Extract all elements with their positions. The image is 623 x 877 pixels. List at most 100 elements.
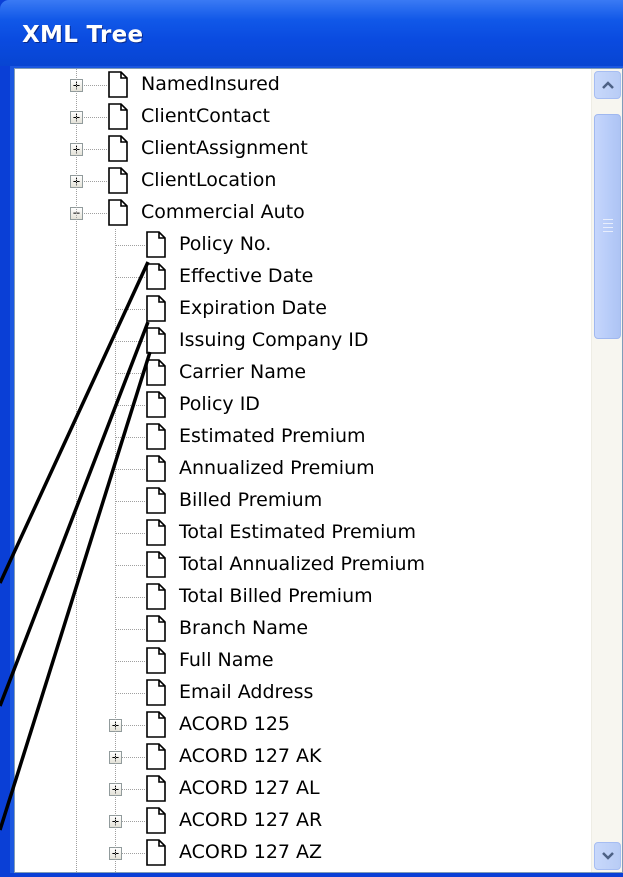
document-icon <box>146 647 166 674</box>
document-icon <box>146 519 166 546</box>
tree-node-label: ClientLocation <box>141 169 277 191</box>
document-icon <box>146 231 166 258</box>
document-icon <box>146 679 166 706</box>
tree-node[interactable]: Expiration Date <box>15 293 593 325</box>
tree-node[interactable]: + ACORD 127 AK <box>15 741 593 773</box>
tree-node-label: Expiration Date <box>179 297 327 319</box>
tree-connector <box>115 597 145 598</box>
tree-node[interactable]: Issuing Company ID <box>15 325 593 357</box>
scroll-down-button[interactable] <box>594 842 621 870</box>
document-icon <box>146 359 166 386</box>
document-icon <box>146 391 166 418</box>
tree-connector <box>115 501 145 502</box>
document-icon <box>146 775 166 802</box>
tree-node-label: ACORD 127 AZ <box>179 841 323 863</box>
vertical-scrollbar[interactable] <box>591 69 622 872</box>
tree-node[interactable]: Carrier Name <box>15 357 593 389</box>
scroll-up-button[interactable] <box>594 71 621 99</box>
document-icon <box>108 199 128 226</box>
arrow-down-icon <box>602 852 614 860</box>
document-icon <box>146 423 166 450</box>
tree-node[interactable]: + ACORD 127 AZ <box>15 837 593 869</box>
tree-node[interactable]: + NamedInsured <box>15 69 593 101</box>
tree-node-label: ACORD 127 AR <box>179 809 323 831</box>
document-icon <box>146 583 166 610</box>
tree-node-label: Billed Premium <box>179 489 323 511</box>
document-icon <box>146 487 166 514</box>
tree-node-label: Total Billed Premium <box>179 585 373 607</box>
tree-node[interactable]: Estimated Premium <box>15 421 593 453</box>
tree-node-label: NamedInsured <box>141 73 280 95</box>
tree-node[interactable]: + ClientLocation <box>15 165 593 197</box>
xml-tree-view[interactable]: + NamedInsured + ClientContact + ClientAssign… <box>15 69 593 872</box>
tree-node-label: Policy ID <box>179 393 260 415</box>
document-icon <box>146 743 166 770</box>
document-icon <box>108 103 128 130</box>
tree-node-label: Full Name <box>179 649 274 671</box>
tree-connector <box>115 341 145 342</box>
document-icon <box>108 167 128 194</box>
tree-panel: + NamedInsured + ClientContact + ClientAssign… <box>14 68 623 873</box>
tree-node-label: Effective Date <box>179 265 314 287</box>
document-icon <box>146 263 166 290</box>
tree-node-label: ClientAssignment <box>141 137 308 159</box>
tree-connector <box>115 245 145 246</box>
tree-node-label: Email Address <box>179 681 314 703</box>
tree-node[interactable]: Annualized Premium <box>15 453 593 485</box>
document-icon <box>146 455 166 482</box>
tree-node-label: Carrier Name <box>179 361 307 383</box>
tree-node-label: ACORD 125 <box>179 713 291 735</box>
tree-guide-line <box>115 229 116 872</box>
tree-connector <box>115 405 145 406</box>
tree-connector <box>115 437 145 438</box>
tree-node-label: Commercial Auto <box>141 201 305 223</box>
scrollbar-thumb[interactable] <box>594 114 621 339</box>
tree-connector <box>115 533 145 534</box>
tree-node[interactable]: Policy No. <box>15 229 593 261</box>
tree-node[interactable]: Effective Date <box>15 261 593 293</box>
tree-node[interactable]: − Commercial Auto <box>15 197 593 229</box>
tree-node[interactable]: Full Name <box>15 645 593 677</box>
tree-connector <box>115 373 145 374</box>
document-icon <box>146 615 166 642</box>
arrow-up-icon <box>602 81 614 89</box>
tree-node-label: Total Annualized Premium <box>179 553 426 575</box>
tree-connector <box>115 565 145 566</box>
tree-node-label: ACORD 127 AL <box>179 777 320 799</box>
tree-guide-line <box>76 69 77 872</box>
tree-node[interactable]: + ACORD 127 AR <box>15 805 593 837</box>
tree-connector <box>115 693 145 694</box>
document-icon <box>108 71 128 98</box>
title-bar[interactable]: XML Tree <box>0 0 623 66</box>
document-icon <box>146 839 166 866</box>
tree-node-label: Total Estimated Premium <box>179 521 416 543</box>
tree-connector <box>115 309 145 310</box>
tree-connector <box>115 629 145 630</box>
tree-node[interactable]: + ACORD 127 AL <box>15 773 593 805</box>
tree-node[interactable]: + ClientAssignment <box>15 133 593 165</box>
document-icon <box>108 135 128 162</box>
tree-node-label: Issuing Company ID <box>179 329 369 351</box>
tree-node-label: Estimated Premium <box>179 425 366 447</box>
tree-connector <box>115 661 145 662</box>
tree-node[interactable]: Billed Premium <box>15 485 593 517</box>
tree-node[interactable]: Total Annualized Premium <box>15 549 593 581</box>
document-icon <box>146 807 166 834</box>
tree-connector <box>115 469 145 470</box>
document-icon <box>146 551 166 578</box>
tree-node[interactable]: Total Estimated Premium <box>15 517 593 549</box>
tree-node[interactable]: Policy ID <box>15 389 593 421</box>
tree-node[interactable]: + ClientContact <box>15 101 593 133</box>
tree-node[interactable]: Total Billed Premium <box>15 581 593 613</box>
tree-node-label: Annualized Premium <box>179 457 375 479</box>
xml-tree-window: XML Tree + NamedInsured + ClientContact + Cli… <box>0 0 623 877</box>
window-title: XML Tree <box>22 22 144 48</box>
tree-node-label: ClientContact <box>141 105 270 127</box>
tree-node[interactable]: Branch Name <box>15 613 593 645</box>
tree-node-label: Branch Name <box>179 617 309 639</box>
tree-node[interactable]: + ACORD 125 <box>15 709 593 741</box>
document-icon <box>146 295 166 322</box>
tree-node-label: Policy No. <box>179 233 272 255</box>
tree-node[interactable]: Email Address <box>15 677 593 709</box>
document-icon <box>146 327 166 354</box>
